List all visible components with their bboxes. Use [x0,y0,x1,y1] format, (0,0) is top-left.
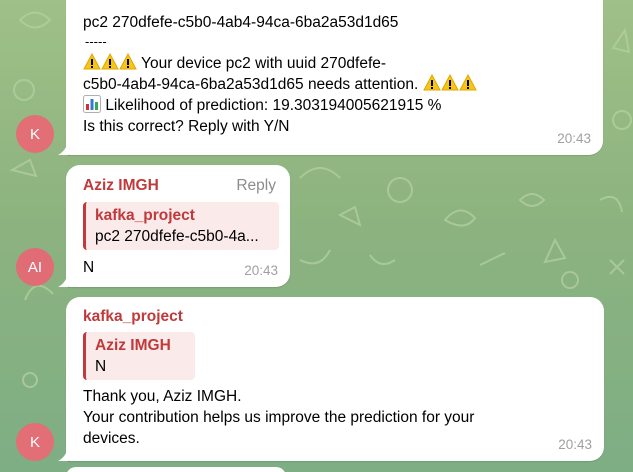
message-text-line: Your device pc2 with uuid 270dfefe- [83,53,593,74]
bubble-tail [58,447,68,461]
sender-name[interactable]: kafka_project [83,306,183,327]
next-message-bubble-edge [66,467,286,472]
warning-emoji-icon [83,53,141,72]
message-text-line: Is this correct? Reply with Y/N [83,118,290,135]
message-time: 20:43 [557,131,591,146]
quote-text: N [95,358,107,375]
quote-text: pc2 270dfefe-c5b0-4a... [95,228,259,245]
quoted-message[interactable]: kafka_project pc2 270dfefe-c5b0-4a... [83,202,279,250]
avatar[interactable]: K [16,115,54,153]
message-text-line: Thank you, Aziz IMGH. [83,388,242,405]
message-bubble-reply[interactable]: Aziz IMGH Reply kafka_project pc2 270dfe… [58,165,290,287]
message-text-line: devices. [83,430,140,447]
message-text-line: c5b0-4ab4-94ca-6ba2a53d1d65 needs attent… [83,74,593,95]
warning-emoji-icon [422,74,477,93]
message-separator: ----- [85,34,107,49]
message-text: N [83,259,95,276]
message-time: 20:43 [558,437,592,452]
quote-sender: kafka_project [95,207,195,224]
message-bubble-thanks[interactable]: kafka_project Aziz IMGH N Thank you, Azi… [58,297,604,461]
bar-chart-emoji-icon [83,95,105,114]
sender-name[interactable]: Aziz IMGH [83,175,159,196]
bubble-tail [58,273,68,287]
message-text-line: Your contribution helps us improve the p… [83,409,475,426]
quoted-message[interactable]: Aziz IMGH N [83,332,195,380]
message-text-line: pc2 270dfefe-c5b0-4ab4-94ca-6ba2a53d1d65 [83,14,399,31]
bubble-tail [58,141,68,155]
message-time: 20:43 [244,263,278,278]
reply-button[interactable]: Reply [236,175,276,196]
message-bubble-prediction[interactable]: pc2 270dfefe-c5b0-4ab4-94ca-6ba2a53d1d65… [58,0,603,155]
avatar[interactable]: AI [16,248,54,286]
avatar[interactable]: K [16,423,54,461]
message-text-line: Likelihood of prediction: 19.30319400562… [83,95,593,116]
quote-sender: Aziz IMGH [95,337,171,354]
